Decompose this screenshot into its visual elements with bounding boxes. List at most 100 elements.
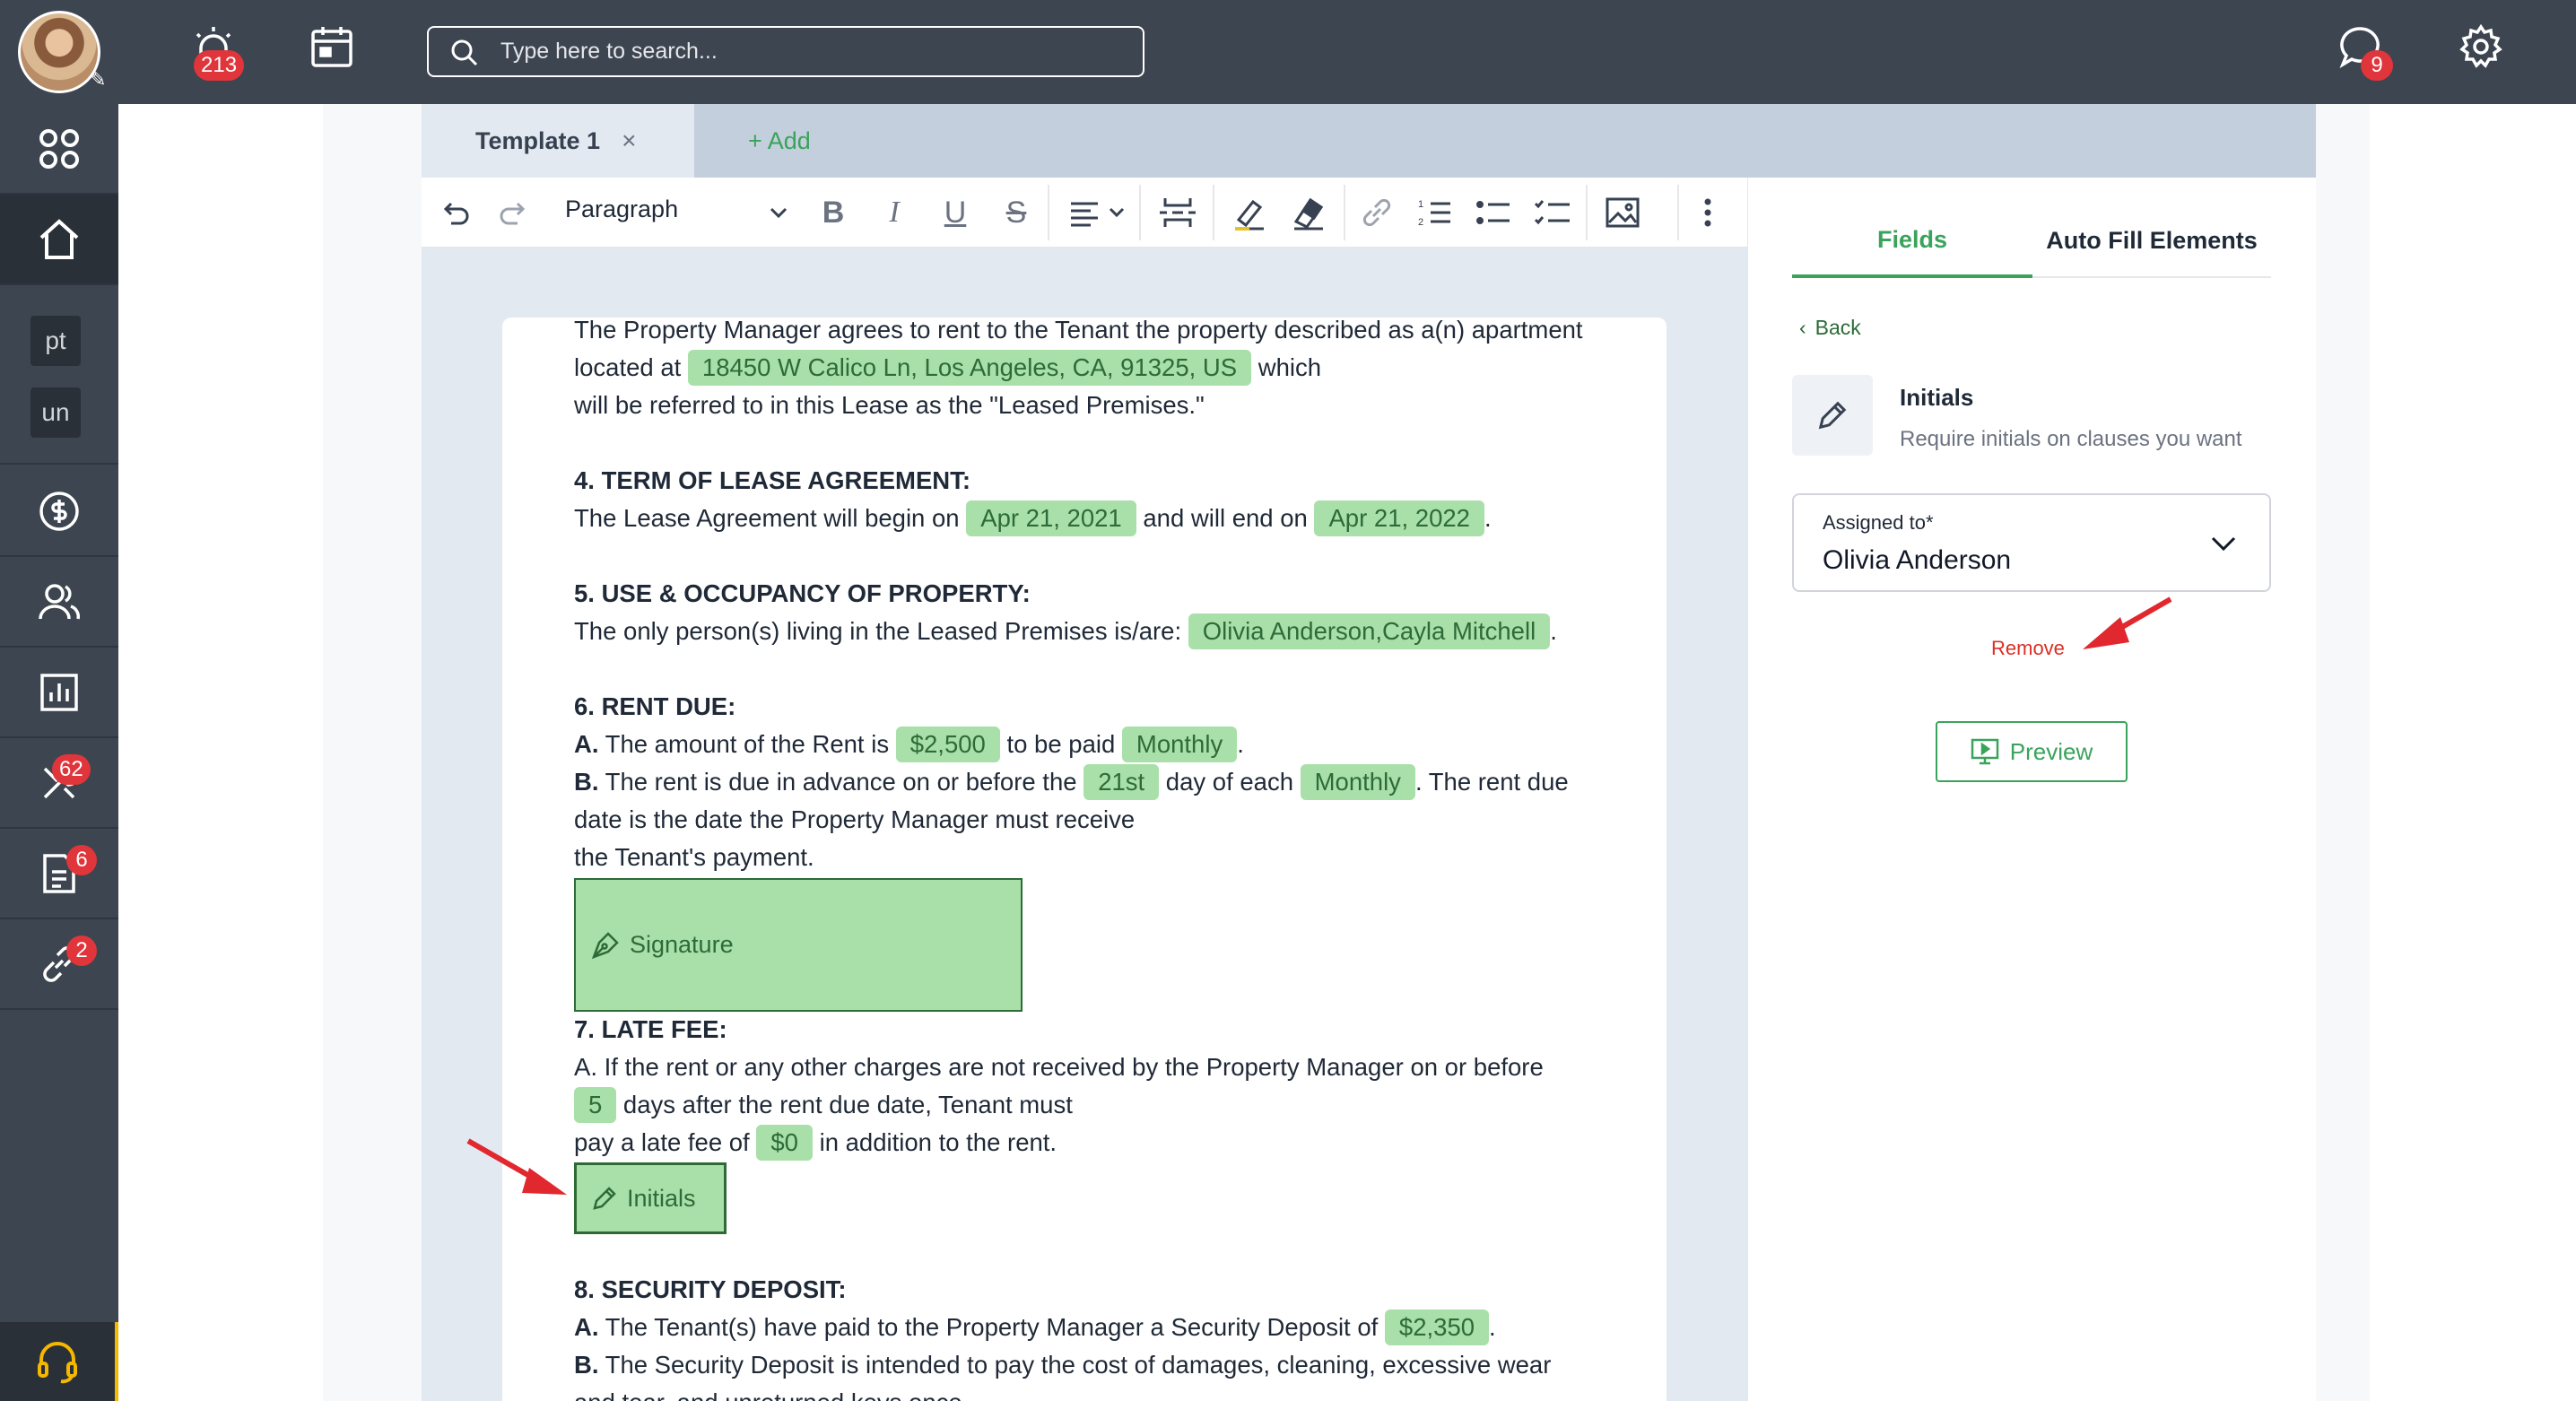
- preview-button[interactable]: Preview: [1936, 721, 2128, 782]
- highlight-icon[interactable]: [1229, 192, 1270, 233]
- fields-panel: [1747, 178, 2316, 1401]
- alerts-icon[interactable]: 213: [190, 23, 248, 81]
- left-sidebar: pt un 62 6 2: [0, 104, 118, 1401]
- links-badge: 2: [66, 935, 97, 966]
- due-frequency-field[interactable]: Monthly: [1300, 764, 1415, 800]
- sidebar-item-apps[interactable]: [0, 104, 118, 195]
- doc-line: located at 18450 W Calico Ln, Los Angele…: [574, 350, 1321, 386]
- late-fee-field[interactable]: $0: [756, 1125, 813, 1161]
- checklist-icon[interactable]: [1532, 192, 1573, 233]
- link-icon[interactable]: [1356, 192, 1397, 233]
- calendar-icon[interactable]: [309, 23, 366, 81]
- due-day-field[interactable]: 21st: [1083, 764, 1160, 800]
- chevron-left-icon: ‹: [1799, 316, 1806, 339]
- deposit-field[interactable]: $2,350: [1384, 1310, 1490, 1345]
- svg-text:2: 2: [1418, 217, 1423, 228]
- workspace-un[interactable]: un: [30, 387, 81, 438]
- assigned-to-value: Olivia Anderson: [1823, 545, 2012, 575]
- documents-badge: 6: [66, 845, 97, 875]
- undo-icon[interactable]: [434, 192, 475, 233]
- template-tabs: [422, 104, 2316, 178]
- tab-fields[interactable]: Fields: [1792, 204, 2032, 278]
- search-box[interactable]: [427, 26, 1144, 77]
- monitor-play-icon: [1971, 738, 1998, 765]
- people-icon: [39, 583, 81, 619]
- doc-line: and tear, and unreturned keys once: [574, 1385, 962, 1401]
- initials-field[interactable]: Initials: [574, 1162, 727, 1234]
- strikethrough-icon[interactable]: S: [996, 192, 1037, 233]
- back-label: Back: [1815, 316, 1861, 339]
- tab-auto-fill-elements[interactable]: Auto Fill Elements: [2032, 204, 2271, 278]
- pencil-icon: [593, 1187, 616, 1210]
- user-avatar[interactable]: [18, 11, 100, 93]
- doc-line: B. The rent is due in advance on or befo…: [574, 764, 1569, 800]
- close-tab-icon[interactable]: ×: [622, 126, 636, 155]
- sidebar-item-finance[interactable]: [0, 466, 118, 557]
- remove-button[interactable]: Remove: [1991, 637, 2065, 660]
- signature-field[interactable]: Signature: [574, 878, 1023, 1012]
- field-description: Require initials on clauses you want: [1900, 427, 2242, 451]
- toolbar-divider: [1677, 185, 1679, 240]
- chart-icon: [40, 673, 78, 711]
- underline-icon[interactable]: U: [935, 192, 976, 233]
- page-break-icon[interactable]: [1155, 192, 1200, 233]
- assigned-to-label: Assigned to*: [1823, 511, 1934, 534]
- late-days-field[interactable]: 5: [574, 1087, 617, 1123]
- initials-label: Initials: [627, 1184, 696, 1212]
- annotation-arrow: [2083, 596, 2172, 649]
- occupants-field[interactable]: Olivia Anderson,Cayla Mitchell: [1188, 613, 1551, 649]
- support-button[interactable]: [0, 1322, 118, 1401]
- editor-toolbar: Paragraph B I U S 12: [422, 178, 1747, 248]
- sidebar-item-home[interactable]: [0, 195, 118, 285]
- eraser-icon[interactable]: [1288, 192, 1329, 233]
- back-button[interactable]: ‹ Back: [1799, 316, 1861, 340]
- address-field[interactable]: 18450 W Calico Ln, Los Angeles, CA, 9132…: [687, 350, 1252, 386]
- doc-line: date is the date the Property Manager mu…: [574, 805, 1136, 833]
- doc-line: the Tenant's payment.: [574, 843, 814, 871]
- toolbar-divider: [1213, 185, 1214, 240]
- tools-badge: 62: [52, 754, 91, 785]
- workspace-pt[interactable]: pt: [30, 316, 81, 366]
- rent-amount-field[interactable]: $2,500: [895, 727, 1000, 762]
- section-heading: 8. SECURITY DEPOSIT:: [574, 1275, 847, 1303]
- paragraph-style-select[interactable]: Paragraph: [565, 196, 678, 223]
- image-icon[interactable]: [1602, 192, 1643, 233]
- sidebar-item-documents[interactable]: 6: [0, 829, 118, 919]
- sidebar-item-reports[interactable]: [0, 648, 118, 738]
- add-tab-button[interactable]: + Add: [748, 104, 811, 178]
- doc-line: A. The amount of the Rent is $2,500 to b…: [574, 727, 1244, 762]
- toolbar-divider: [1048, 185, 1049, 240]
- pen-nib-icon: [591, 931, 619, 959]
- more-options-icon[interactable]: [1690, 192, 1726, 233]
- chevron-down-icon[interactable]: [761, 192, 796, 233]
- section-heading: 7. LATE FEE:: [574, 1015, 727, 1043]
- sidebar-item-links[interactable]: 2: [0, 919, 118, 1010]
- tab-template-1[interactable]: Template 1 ×: [422, 104, 694, 178]
- doc-line: The Lease Agreement will begin on Apr 21…: [574, 500, 1492, 536]
- italic-icon[interactable]: I: [874, 192, 915, 233]
- doc-line: 5 days after the rent due date, Tenant m…: [574, 1087, 1073, 1123]
- tab-label: Template 1: [475, 126, 601, 154]
- numbered-list-icon[interactable]: 12: [1414, 192, 1455, 233]
- start-date-field[interactable]: Apr 21, 2021: [966, 500, 1136, 536]
- doc-line: The only person(s) living in the Leased …: [574, 613, 1557, 649]
- sidebar-item-contacts[interactable]: [0, 557, 118, 648]
- svg-text:1: 1: [1418, 199, 1423, 210]
- preview-label: Preview: [2009, 737, 2093, 765]
- align-icon[interactable]: [1064, 192, 1132, 233]
- chat-icon[interactable]: 9: [2337, 23, 2395, 81]
- toolbar-divider: [1586, 185, 1588, 240]
- bullet-list-icon[interactable]: [1473, 192, 1514, 233]
- redo-icon[interactable]: [493, 192, 535, 233]
- bold-icon[interactable]: B: [813, 192, 854, 233]
- top-bar: ✎ 213 9: [0, 0, 2576, 104]
- doc-line: The Property Manager agrees to rent to t…: [574, 316, 1583, 344]
- assigned-to-select[interactable]: Assigned to* Olivia Anderson: [1792, 493, 2271, 592]
- sidebar-item-tools[interactable]: 62: [0, 738, 118, 829]
- end-date-field[interactable]: Apr 21, 2022: [1314, 500, 1484, 536]
- rent-frequency-field[interactable]: Monthly: [1121, 727, 1238, 762]
- search-input[interactable]: [500, 28, 1128, 75]
- alerts-badge: 213: [194, 50, 245, 81]
- gear-icon[interactable]: [2458, 23, 2515, 81]
- chevron-down-icon: [2210, 535, 2237, 557]
